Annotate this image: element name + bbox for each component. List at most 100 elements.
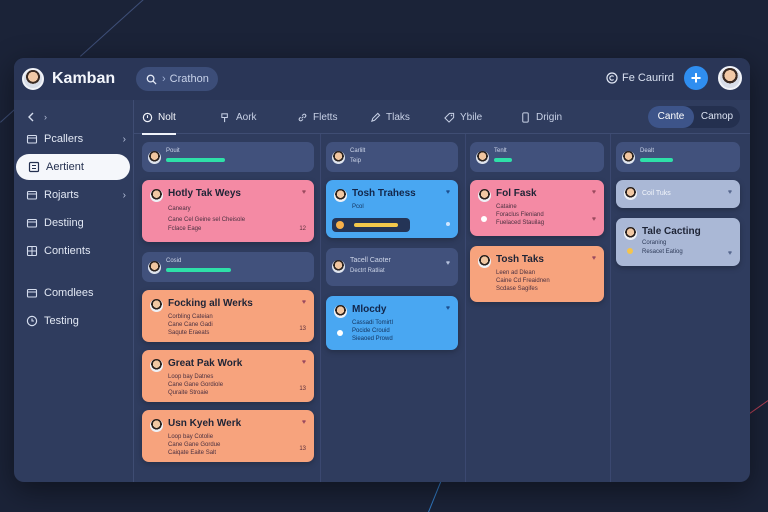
card-detail: Caiqate Eaite Salt xyxy=(168,450,217,456)
back-arrow-icon xyxy=(26,111,38,123)
search-icon xyxy=(146,74,157,85)
avatar xyxy=(478,255,491,268)
card-detail: Cane Cane Gadi xyxy=(168,322,213,328)
heart-icon[interactable]: ♥ xyxy=(302,189,306,196)
task-card[interactable]: Coil Tuks ♥ xyxy=(616,180,740,208)
card-count: 13 xyxy=(299,386,306,392)
heart-icon[interactable]: ♥ xyxy=(446,260,450,267)
sidebar-item-label: Pcallers xyxy=(44,133,84,145)
card-detail: Quraite Stroaie xyxy=(168,390,209,396)
clock-icon xyxy=(26,315,38,327)
card-count: 13 xyxy=(299,446,306,452)
task-card[interactable]: Tosh Taks ♥ Leen ad Dlean Caine Cd Freai… xyxy=(470,246,604,302)
tab-tlaks[interactable]: Tlaks xyxy=(370,100,410,134)
background-line xyxy=(80,0,148,57)
card-title: Mlocdy xyxy=(352,304,387,315)
card-title: Great Pak Work xyxy=(168,358,243,369)
task-card[interactable]: Fol Fask ♥ Cataine Foraclus Fleniand Fue… xyxy=(470,180,604,236)
heart-icon[interactable]: ♥ xyxy=(592,189,596,196)
sidebar-item-comdlees[interactable]: Comdlees xyxy=(14,280,132,306)
tag-icon xyxy=(444,112,455,123)
heart-icon[interactable]: ♥ xyxy=(446,189,450,196)
task-card[interactable]: Great Pak Work ♥ Loop bay Datnes Cane Ga… xyxy=(142,350,314,402)
sidebar-item-label: Rojarts xyxy=(44,189,79,201)
heart-icon[interactable]: ♥ xyxy=(592,255,596,262)
tab-label: Ybile xyxy=(460,111,483,123)
heart-icon[interactable]: ♥ xyxy=(592,216,596,223)
profile-avatar[interactable] xyxy=(718,66,742,90)
status-dot xyxy=(627,248,633,254)
column-header-sublabel: Teip xyxy=(350,158,362,164)
heart-icon[interactable]: ♥ xyxy=(302,359,306,366)
favorite-link[interactable]: Fe Caurird xyxy=(606,72,674,84)
sidebar-item-label: Aertient xyxy=(46,161,84,173)
toggle-option-cante[interactable]: Cante xyxy=(648,106,694,128)
sidebar-item-label: Destiing xyxy=(44,217,84,229)
task-card[interactable]: Usn Kyeh Werk ♥ Loop bay Cotolie Cane Ga… xyxy=(142,410,314,462)
sidebar-item-contients[interactable]: Contients xyxy=(14,238,132,264)
card-subtitle: Coraning xyxy=(642,240,667,246)
avatar xyxy=(150,419,163,432)
tab-label: Drigin xyxy=(536,111,563,123)
folder-icon xyxy=(26,217,38,229)
task-card[interactable]: Tale Cacting Coraning Resacet Eatiog ♥ xyxy=(616,218,740,266)
tab-ybile[interactable]: Ybile xyxy=(444,100,482,134)
sidebar-item-label: Testing xyxy=(44,315,79,327)
folder-icon xyxy=(26,287,38,299)
sidebar-item-pcallers[interactable]: Pcallers › xyxy=(14,126,132,152)
card-detail: Resacet Eatiog xyxy=(642,249,683,255)
sidebar-item-aertient[interactable]: Aertient xyxy=(16,154,130,180)
heart-icon[interactable]: ♥ xyxy=(302,299,306,306)
task-card[interactable]: Focking all Werks ♥ Corbling Cateian Can… xyxy=(142,290,314,342)
column-header[interactable]: Tenlt xyxy=(470,142,604,172)
card-count: 12 xyxy=(299,226,306,232)
column-header[interactable]: Pouit xyxy=(142,142,314,172)
card-detail: Foraclus Fleniand xyxy=(496,212,544,218)
toggle-option-camop[interactable]: Camop xyxy=(694,106,740,128)
heart-icon[interactable]: ♥ xyxy=(302,419,306,426)
card-title: Hotly Tak Weys xyxy=(168,188,241,199)
column-header[interactable]: Carlilt Teip xyxy=(326,142,458,172)
sidebar-item-rojarts[interactable]: Rojarts › xyxy=(14,182,132,208)
task-card[interactable]: Tosh Trahess ♥ Pcol xyxy=(326,180,458,238)
avatar xyxy=(334,189,347,202)
background-line xyxy=(748,391,768,415)
sidebar-item-testing[interactable]: Testing xyxy=(14,308,132,334)
user-avatar[interactable] xyxy=(22,68,44,90)
column-header[interactable]: Cosid xyxy=(142,252,314,282)
avatar xyxy=(334,305,347,318)
tab-nolt[interactable]: Nolt xyxy=(142,100,176,135)
heart-icon[interactable]: ♥ xyxy=(728,250,732,257)
folder-icon xyxy=(26,189,38,201)
add-button[interactable]: + xyxy=(684,66,708,90)
column-header-label: Tenlt xyxy=(494,148,507,154)
column-header[interactable]: Tacell Caoter Dectrt Ratliat ♥ xyxy=(326,248,458,286)
heart-icon[interactable]: ♥ xyxy=(728,189,732,196)
column-header-label: Dealt xyxy=(640,148,655,154)
list-icon xyxy=(28,161,40,173)
status-dot xyxy=(337,330,343,336)
column-header[interactable]: Dealt xyxy=(616,142,740,172)
tab-drigin[interactable]: Drigin xyxy=(520,100,562,134)
avatar xyxy=(622,151,635,164)
card-subtitle: Loop bay Datnes xyxy=(168,374,214,380)
circle-icon xyxy=(142,112,153,122)
sidebar-item-destiing[interactable]: Destiing xyxy=(14,210,132,236)
chevron-right-icon: › xyxy=(122,189,126,201)
avatar xyxy=(624,227,637,240)
more-dot-icon[interactable] xyxy=(446,222,450,226)
card-detail: Caine Cd Freaidnen xyxy=(496,278,550,284)
card-detail: Cane Cel Geine sel Cheisole xyxy=(168,217,246,223)
task-card[interactable]: Mlocdy ♥ Cassadi Tomirtl Pocide Crouid S… xyxy=(326,296,458,350)
heart-icon[interactable]: ♥ xyxy=(446,305,450,312)
column-header-label: Carlilt xyxy=(350,148,366,154)
grid-icon xyxy=(26,245,38,257)
phone-icon xyxy=(522,111,529,123)
search-box[interactable]: › Crathon xyxy=(136,67,218,91)
status-dot xyxy=(336,221,344,229)
task-card[interactable]: Hotly Tak Weys ♥ Caneary Cane Cel Geine … xyxy=(142,180,314,242)
plus-icon: + xyxy=(690,68,702,88)
tab-aork[interactable]: Aork xyxy=(220,100,257,134)
tab-fletts[interactable]: Fletts xyxy=(297,100,337,134)
tab-label: Aork xyxy=(236,111,257,123)
